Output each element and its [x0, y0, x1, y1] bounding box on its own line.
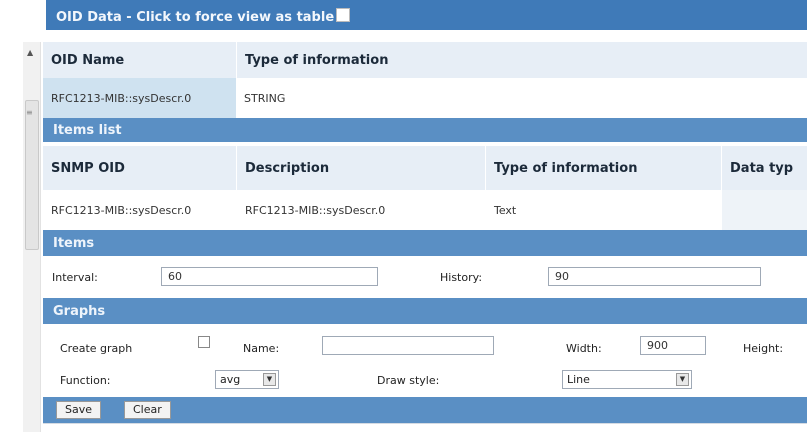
oid-name-cell[interactable]: RFC1213-MIB::sysDescr.0: [43, 78, 236, 118]
history-label: History:: [440, 271, 483, 284]
function-select-value: avg: [220, 373, 241, 386]
column-header-description: Description: [245, 160, 330, 176]
create-graph-checkbox[interactable]: [198, 336, 210, 348]
oid-type-cell: STRING: [244, 91, 286, 105]
vertical-scrollbar[interactable]: ▲ ≡: [23, 42, 41, 432]
graph-width-input[interactable]: [640, 336, 706, 355]
items-list-title: Items list: [53, 123, 122, 138]
action-bar: Save Clear: [43, 397, 807, 423]
table-row[interactable]: RFC1213-MIB::sysDescr.0 RFC1213-MIB::sys…: [43, 190, 807, 230]
column-header-type-of-information: Type of information: [494, 160, 638, 176]
graph-height-label: Height:: [743, 342, 784, 355]
type-of-information-cell: Text: [494, 203, 517, 217]
snmp-oid-cell: RFC1213-MIB::sysDescr.0: [51, 203, 192, 217]
scrollbar-thumb[interactable]: [25, 100, 39, 250]
column-header-oid-name: OID Name: [51, 52, 125, 68]
column-header-data-type: Data typ: [730, 160, 794, 176]
oid-table-header: OID Name Type of information: [43, 42, 807, 78]
create-graph-label: Create graph: [60, 342, 133, 355]
table-row[interactable]: RFC1213-MIB::sysDescr.0 STRING: [43, 78, 807, 118]
function-label: Function:: [60, 374, 111, 387]
description-cell: RFC1213-MIB::sysDescr.0: [245, 203, 386, 217]
scroll-grip-icon: ≡: [26, 108, 33, 117]
items-title: Items: [53, 236, 95, 251]
chevron-down-icon[interactable]: ▼: [676, 373, 689, 386]
clear-button[interactable]: Clear: [124, 401, 171, 419]
draw-style-label: Draw style:: [377, 374, 440, 387]
history-input[interactable]: [548, 267, 761, 286]
divider: [43, 423, 807, 424]
graph-name-input[interactable]: [322, 336, 494, 355]
save-button[interactable]: Save: [56, 401, 102, 419]
items-form: Interval: History:: [43, 256, 807, 298]
scroll-up-icon[interactable]: ▲: [27, 48, 33, 57]
graphs-title: Graphs: [53, 304, 106, 319]
graph-name-label: Name:: [243, 342, 280, 355]
graphs-section-header: Graphs: [43, 298, 807, 324]
items-list-section-header: Items list: [43, 118, 807, 142]
graph-width-label: Width:: [566, 342, 602, 355]
interval-input[interactable]: [161, 267, 378, 286]
graphs-form: Create graph Name: Width: Height: Functi…: [43, 324, 807, 397]
data-type-cell: [722, 190, 807, 230]
page-title[interactable]: OID Data - Click to force view as table: [56, 10, 334, 25]
view-as-table-checkbox[interactable]: [336, 8, 351, 22]
chevron-down-icon[interactable]: ▼: [263, 373, 276, 386]
column-header-snmp-oid: SNMP OID: [51, 160, 125, 176]
interval-label: Interval:: [52, 271, 98, 284]
items-section-header: Items: [43, 230, 807, 256]
oid-data-header[interactable]: OID Data - Click to force view as table: [46, 0, 807, 30]
items-list-table-header: SNMP OID Description Type of information…: [43, 146, 807, 190]
column-header-type: Type of information: [245, 52, 389, 68]
draw-style-select[interactable]: Line ▼: [562, 370, 692, 389]
function-select[interactable]: avg ▼: [215, 370, 279, 389]
draw-style-select-value: Line: [567, 373, 590, 386]
